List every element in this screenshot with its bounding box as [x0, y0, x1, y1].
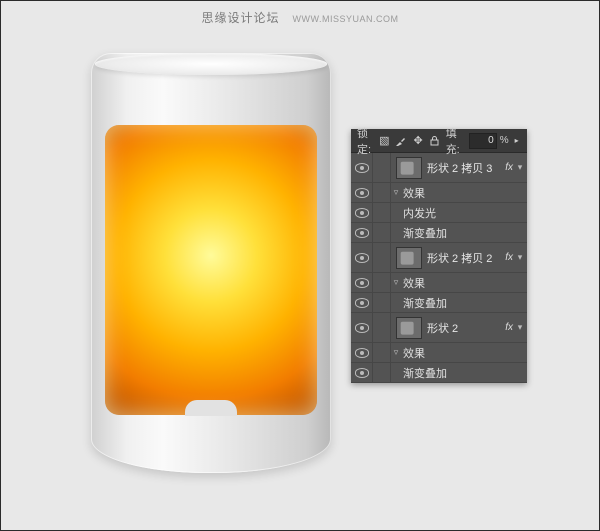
eye-icon [355, 188, 369, 198]
eye-icon [355, 368, 369, 378]
visibility-toggle[interactable] [351, 183, 373, 202]
eye-icon [355, 298, 369, 308]
fx-disclosure-icon[interactable]: ▾ [515, 252, 525, 263]
visibility-toggle[interactable] [351, 153, 373, 182]
lock-position-icon[interactable]: ✥ [413, 134, 422, 148]
eye-icon [355, 228, 369, 238]
layer-row[interactable]: 形状 2 拷贝 2 fx ▾ [351, 243, 527, 273]
juice-shape [105, 125, 317, 415]
layer-thumbnail[interactable] [396, 157, 422, 179]
layers-panel: 锁定: ▧ ✥ 填充: % ▸ 形状 2 拷贝 3 fx ▾ [351, 129, 527, 383]
layer-row[interactable]: 形状 2 fx ▾ [351, 313, 527, 343]
layers-panel-header: 锁定: ▧ ✥ 填充: % ▸ [351, 129, 527, 153]
layer-name[interactable]: 形状 2 [427, 320, 505, 336]
fill-opacity-group: 填充: % ▸ [446, 125, 522, 157]
effect-name: 渐变叠加 [403, 225, 447, 241]
fx-badge[interactable]: fx [505, 322, 513, 333]
link-cell [373, 223, 391, 242]
layer-name[interactable]: 形状 2 拷贝 2 [427, 250, 505, 266]
link-cell [373, 363, 391, 382]
lock-paint-icon[interactable] [395, 134, 407, 148]
fill-percent: % [500, 135, 509, 146]
link-cell[interactable] [373, 153, 391, 182]
watermark: 思缘设计论坛 WWW.MISSYUAN.COM [1, 9, 599, 26]
effects-disclosure-icon[interactable]: ▿ [391, 347, 401, 358]
watermark-text: 思缘设计论坛 [201, 11, 279, 25]
eye-icon [355, 253, 369, 263]
fx-badge[interactable]: fx [505, 252, 513, 263]
layer-list: 形状 2 拷贝 3 fx ▾ ▿ 效果 内发光 渐变叠加 [351, 153, 527, 383]
visibility-toggle[interactable] [351, 343, 373, 362]
layer-thumbnail[interactable] [396, 317, 422, 339]
effects-label: 效果 [403, 345, 425, 361]
link-cell [373, 343, 391, 362]
effects-row[interactable]: ▿ 效果 [351, 183, 527, 203]
visibility-toggle[interactable] [351, 313, 373, 342]
effect-item[interactable]: 渐变叠加 [351, 363, 527, 383]
lock-all-icon[interactable] [429, 134, 440, 148]
effect-item[interactable]: 渐变叠加 [351, 293, 527, 313]
lock-label: 锁定: [357, 125, 371, 157]
fx-badge[interactable]: fx [505, 162, 513, 173]
eye-icon [355, 278, 369, 288]
visibility-toggle[interactable] [351, 273, 373, 292]
link-cell [373, 293, 391, 312]
effects-disclosure-icon[interactable]: ▿ [391, 187, 401, 198]
layer-thumbnail[interactable] [396, 247, 422, 269]
effect-name: 渐变叠加 [403, 365, 447, 381]
link-cell[interactable] [373, 313, 391, 342]
effect-name: 渐变叠加 [403, 295, 447, 311]
lock-transparency-icon[interactable]: ▧ [379, 134, 389, 148]
visibility-toggle[interactable] [351, 203, 373, 222]
artwork-stage [91, 53, 331, 473]
eye-icon [355, 208, 369, 218]
visibility-toggle[interactable] [351, 363, 373, 382]
eye-icon [355, 163, 369, 173]
visibility-toggle[interactable] [351, 293, 373, 312]
link-cell [373, 273, 391, 292]
watermark-url: WWW.MISSYUAN.COM [293, 14, 399, 24]
link-cell [373, 183, 391, 202]
glass-rim [95, 53, 327, 75]
fx-disclosure-icon[interactable]: ▾ [515, 322, 525, 333]
link-cell [373, 203, 391, 222]
effects-label: 效果 [403, 185, 425, 201]
link-cell[interactable] [373, 243, 391, 272]
effect-name: 内发光 [403, 205, 436, 221]
effect-item[interactable]: 渐变叠加 [351, 223, 527, 243]
fill-opacity-input[interactable] [469, 133, 497, 149]
effects-row[interactable]: ▿ 效果 [351, 343, 527, 363]
eye-icon [355, 323, 369, 333]
effects-disclosure-icon[interactable]: ▿ [391, 277, 401, 288]
effects-label: 效果 [403, 275, 425, 291]
eye-icon [355, 348, 369, 358]
visibility-toggle[interactable] [351, 223, 373, 242]
layer-row[interactable]: 形状 2 拷贝 3 fx ▾ [351, 153, 527, 183]
effects-row[interactable]: ▿ 效果 [351, 273, 527, 293]
fill-label: 填充: [446, 125, 464, 157]
fx-disclosure-icon[interactable]: ▾ [515, 162, 525, 173]
effect-item[interactable]: 内发光 [351, 203, 527, 223]
fill-opacity-dropdown-icon[interactable]: ▸ [512, 134, 522, 148]
glass-shape [91, 53, 331, 473]
layer-name[interactable]: 形状 2 拷贝 3 [427, 160, 505, 176]
visibility-toggle[interactable] [351, 243, 373, 272]
